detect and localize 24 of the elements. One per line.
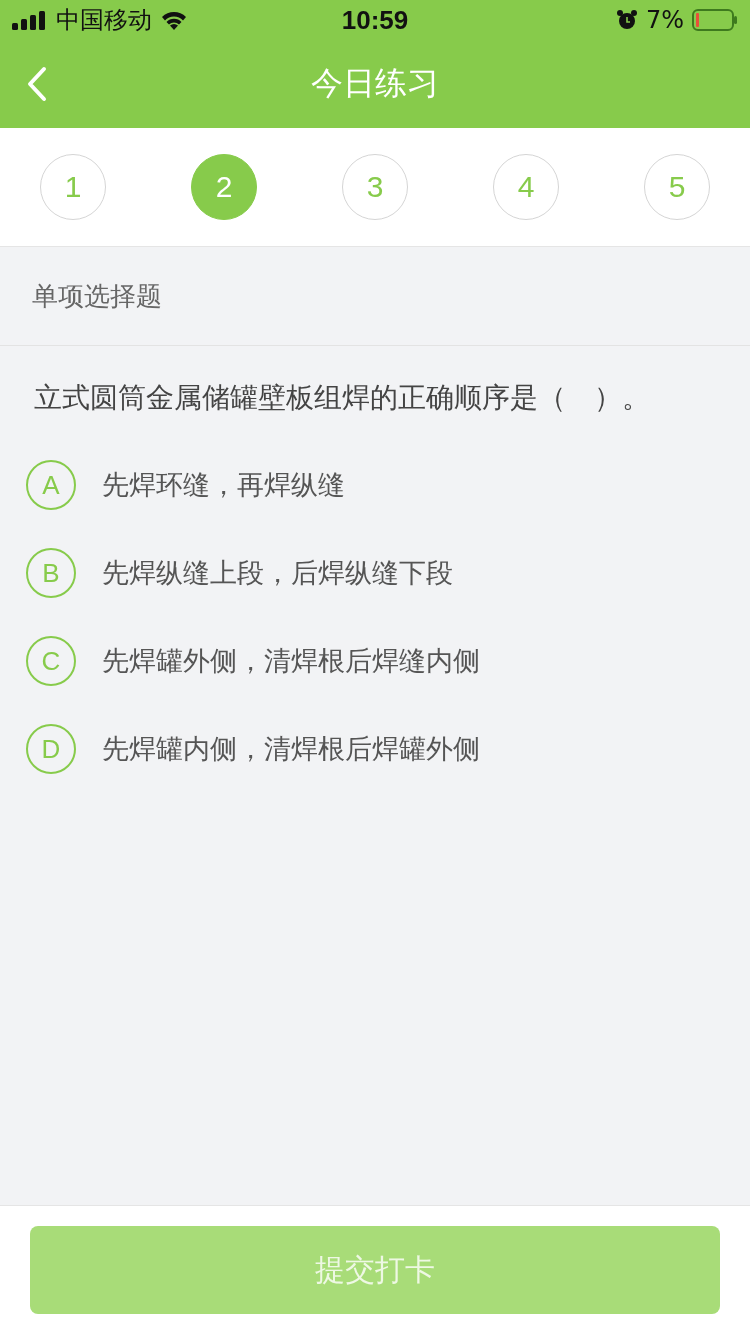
option-letter[interactable]: D <box>26 724 76 774</box>
option-letter[interactable]: C <box>26 636 76 686</box>
option-letter[interactable]: B <box>26 548 76 598</box>
option-text[interactable]: 先焊环缝，再焊纵缝 <box>102 467 345 503</box>
wifi-icon <box>160 9 188 31</box>
page-title: 今日练习 <box>311 63 439 104</box>
question-number-tab[interactable]: 4 <box>493 154 559 220</box>
question-number-tab[interactable]: 2 <box>191 154 257 220</box>
carrier-name: 中国移动 <box>56 5 152 36</box>
option-text[interactable]: 先焊纵缝上段，后焊纵缝下段 <box>102 555 453 591</box>
battery-icon <box>692 9 738 31</box>
question-number-tab[interactable]: 1 <box>40 154 106 220</box>
question-number-tab[interactable]: 5 <box>644 154 710 220</box>
back-icon <box>26 66 48 102</box>
battery-percent: 7% <box>645 6 684 34</box>
question-type: 单项选择题 <box>32 279 162 313</box>
clock-time: 10:59 <box>341 4 409 36</box>
option-text[interactable]: 先焊罐外侧，清焊根后焊缝内侧 <box>102 643 480 679</box>
option-letter[interactable]: A <box>26 460 76 510</box>
option-text[interactable]: 先焊罐内侧，清焊根后焊罐外侧 <box>102 731 480 767</box>
question-text: 立式圆筒金属储罐壁板组焊的正确顺序是（ ）。 <box>33 380 651 416</box>
alarm-icon <box>615 9 638 31</box>
signal-icon <box>12 10 48 30</box>
question-number-tab[interactable]: 3 <box>342 154 408 220</box>
